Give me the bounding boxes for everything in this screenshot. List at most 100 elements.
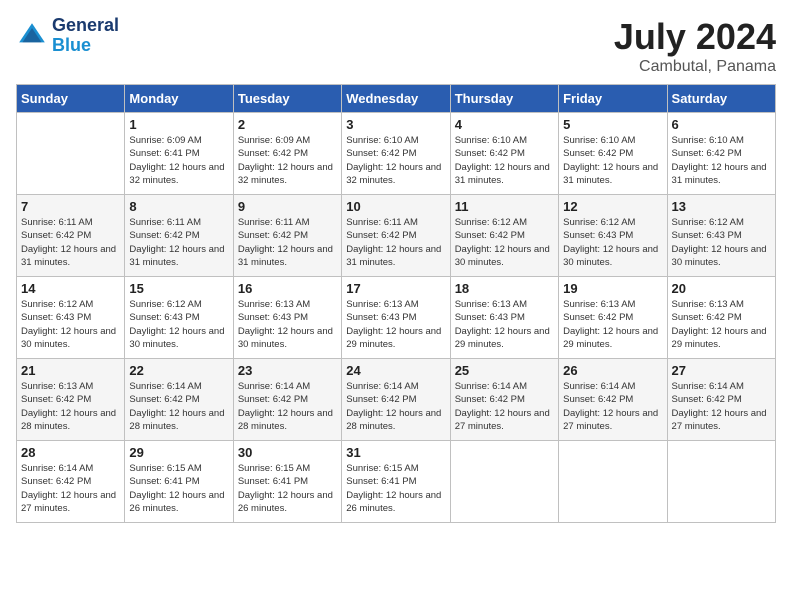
- day-number: 28: [21, 445, 120, 460]
- calendar-cell: 5Sunrise: 6:10 AMSunset: 6:42 PMDaylight…: [559, 113, 667, 195]
- calendar-cell: 17 Sunrise: 6:13 AMSunset: 6:43 PMDayligh…: [342, 277, 450, 359]
- day-info: Sunrise: 6:15 AMSunset: 6:41 PMDaylight:…: [129, 462, 228, 515]
- day-info: Sunrise: 6:14 AMSunset: 6:42 PMDaylight:…: [672, 380, 771, 433]
- calendar-cell: 20 Sunrise: 6:13 AMSunset: 6:42 PMDayligh…: [667, 277, 775, 359]
- month-title: July 2024: [614, 16, 776, 58]
- column-header-sunday: Sunday: [17, 85, 125, 113]
- column-header-saturday: Saturday: [667, 85, 775, 113]
- day-info: Sunrise: 6:13 AMSunset: 6:43 PMDaylight:…: [346, 298, 445, 351]
- day-info: Sunrise: 6:13 AMSunset: 6:43 PMDaylight:…: [455, 298, 554, 351]
- day-number: 12: [563, 199, 662, 214]
- page-header: General Blue July 2024 Cambutal, Panama: [16, 16, 776, 76]
- day-number: 30: [238, 445, 337, 460]
- day-info: Sunrise: 6:10 AMSunset: 6:42 PMDaylight:…: [672, 134, 771, 187]
- calendar-cell: 21 Sunrise: 6:13 AMSunset: 6:42 PMDayligh…: [17, 359, 125, 441]
- day-number: 13: [672, 199, 771, 214]
- calendar-cell: 23 Sunrise: 6:14 AMSunset: 6:42 PMDayligh…: [233, 359, 341, 441]
- calendar-cell: 3Sunrise: 6:10 AMSunset: 6:42 PMDaylight…: [342, 113, 450, 195]
- day-info: Sunrise: 6:11 AMSunset: 6:42 PMDaylight:…: [238, 216, 337, 269]
- day-number: 26: [563, 363, 662, 378]
- calendar-cell: 28 Sunrise: 6:14 AMSunset: 6:42 PMDayligh…: [17, 441, 125, 523]
- day-number: 10: [346, 199, 445, 214]
- day-info: Sunrise: 6:11 AMSunset: 6:42 PMDaylight:…: [346, 216, 445, 269]
- calendar-cell: 2 Sunrise: 6:09 AMSunset: 6:42 PMDaylight…: [233, 113, 341, 195]
- title-block: July 2024 Cambutal, Panama: [614, 16, 776, 76]
- column-header-thursday: Thursday: [450, 85, 558, 113]
- calendar-cell: 1Sunrise: 6:09 AMSunset: 6:41 PMDaylight…: [125, 113, 233, 195]
- day-info: Sunrise: 6:14 AMSunset: 6:42 PMDaylight:…: [238, 380, 337, 433]
- day-number: 20: [672, 281, 771, 296]
- day-number: 8: [129, 199, 228, 214]
- day-info: Sunrise: 6:15 AMSunset: 6:41 PMDaylight:…: [238, 462, 337, 515]
- column-header-monday: Monday: [125, 85, 233, 113]
- day-number: 23: [238, 363, 337, 378]
- day-info: Sunrise: 6:14 AMSunset: 6:42 PMDaylight:…: [455, 380, 554, 433]
- day-number: 29: [129, 445, 228, 460]
- calendar-cell: 29 Sunrise: 6:15 AMSunset: 6:41 PMDayligh…: [125, 441, 233, 523]
- calendar-cell: 10 Sunrise: 6:11 AMSunset: 6:42 PMDayligh…: [342, 195, 450, 277]
- calendar-cell: 13 Sunrise: 6:12 AMSunset: 6:43 PMDayligh…: [667, 195, 775, 277]
- day-number: 7: [21, 199, 120, 214]
- day-number: 2: [238, 117, 337, 132]
- week-row-1: 1Sunrise: 6:09 AMSunset: 6:41 PMDaylight…: [17, 113, 776, 195]
- day-info: Sunrise: 6:12 AMSunset: 6:43 PMDaylight:…: [21, 298, 120, 351]
- day-number: 14: [21, 281, 120, 296]
- calendar-cell: 19 Sunrise: 6:13 AMSunset: 6:42 PMDayligh…: [559, 277, 667, 359]
- week-row-5: 28 Sunrise: 6:14 AMSunset: 6:42 PMDayligh…: [17, 441, 776, 523]
- calendar-table: SundayMondayTuesdayWednesdayThursdayFrid…: [16, 84, 776, 523]
- day-number: 15: [129, 281, 228, 296]
- day-number: 19: [563, 281, 662, 296]
- calendar-header-row: SundayMondayTuesdayWednesdayThursdayFrid…: [17, 85, 776, 113]
- week-row-3: 14 Sunrise: 6:12 AMSunset: 6:43 PMDayligh…: [17, 277, 776, 359]
- calendar-cell: [559, 441, 667, 523]
- calendar-cell: 18 Sunrise: 6:13 AMSunset: 6:43 PMDayligh…: [450, 277, 558, 359]
- day-info: Sunrise: 6:13 AMSunset: 6:42 PMDaylight:…: [563, 298, 662, 351]
- day-info: Sunrise: 6:10 AMSunset: 6:42 PMDaylight:…: [346, 134, 445, 187]
- day-number: 31: [346, 445, 445, 460]
- day-number: 25: [455, 363, 554, 378]
- day-number: 6: [672, 117, 771, 132]
- week-row-2: 7 Sunrise: 6:11 AMSunset: 6:42 PMDaylight…: [17, 195, 776, 277]
- day-info: Sunrise: 6:09 AMSunset: 6:42 PMDaylight:…: [238, 134, 337, 187]
- calendar-cell: 9 Sunrise: 6:11 AMSunset: 6:42 PMDaylight…: [233, 195, 341, 277]
- day-number: 16: [238, 281, 337, 296]
- calendar-cell: 22Sunrise: 6:14 AMSunset: 6:42 PMDayligh…: [125, 359, 233, 441]
- calendar-cell: 8 Sunrise: 6:11 AMSunset: 6:42 PMDaylight…: [125, 195, 233, 277]
- calendar-cell: 25 Sunrise: 6:14 AMSunset: 6:42 PMDayligh…: [450, 359, 558, 441]
- day-number: 9: [238, 199, 337, 214]
- day-info: Sunrise: 6:11 AMSunset: 6:42 PMDaylight:…: [129, 216, 228, 269]
- day-number: 17: [346, 281, 445, 296]
- day-number: 4: [455, 117, 554, 132]
- day-number: 22: [129, 363, 228, 378]
- day-info: Sunrise: 6:14 AMSunset: 6:42 PMDaylight:…: [21, 462, 120, 515]
- logo-text: General Blue: [52, 16, 119, 56]
- calendar-cell: 27 Sunrise: 6:14 AMSunset: 6:42 PMDayligh…: [667, 359, 775, 441]
- day-info: Sunrise: 6:12 AMSunset: 6:43 PMDaylight:…: [563, 216, 662, 269]
- column-header-friday: Friday: [559, 85, 667, 113]
- day-info: Sunrise: 6:12 AMSunset: 6:43 PMDaylight:…: [672, 216, 771, 269]
- logo-icon: [16, 20, 48, 52]
- column-header-wednesday: Wednesday: [342, 85, 450, 113]
- day-info: Sunrise: 6:13 AMSunset: 6:42 PMDaylight:…: [21, 380, 120, 433]
- logo: General Blue: [16, 16, 119, 56]
- day-number: 24: [346, 363, 445, 378]
- day-number: 18: [455, 281, 554, 296]
- day-info: Sunrise: 6:13 AMSunset: 6:43 PMDaylight:…: [238, 298, 337, 351]
- day-info: Sunrise: 6:13 AMSunset: 6:42 PMDaylight:…: [672, 298, 771, 351]
- calendar-cell: 12 Sunrise: 6:12 AMSunset: 6:43 PMDayligh…: [559, 195, 667, 277]
- calendar-cell: 31Sunrise: 6:15 AMSunset: 6:41 PMDayligh…: [342, 441, 450, 523]
- calendar-cell: 16 Sunrise: 6:13 AMSunset: 6:43 PMDayligh…: [233, 277, 341, 359]
- calendar-cell: 24 Sunrise: 6:14 AMSunset: 6:42 PMDayligh…: [342, 359, 450, 441]
- day-number: 21: [21, 363, 120, 378]
- day-number: 27: [672, 363, 771, 378]
- calendar-cell: 6 Sunrise: 6:10 AMSunset: 6:42 PMDaylight…: [667, 113, 775, 195]
- location-title: Cambutal, Panama: [614, 58, 776, 76]
- calendar-cell: [667, 441, 775, 523]
- calendar-cell: 26Sunrise: 6:14 AMSunset: 6:42 PMDayligh…: [559, 359, 667, 441]
- calendar-cell: 15Sunrise: 6:12 AMSunset: 6:43 PMDayligh…: [125, 277, 233, 359]
- calendar-cell: 7Sunrise: 6:11 AMSunset: 6:42 PMDaylight…: [17, 195, 125, 277]
- calendar-cell: 14 Sunrise: 6:12 AMSunset: 6:43 PMDayligh…: [17, 277, 125, 359]
- calendar-cell: 11Sunrise: 6:12 AMSunset: 6:42 PMDayligh…: [450, 195, 558, 277]
- day-info: Sunrise: 6:10 AMSunset: 6:42 PMDaylight:…: [455, 134, 554, 187]
- day-info: Sunrise: 6:14 AMSunset: 6:42 PMDaylight:…: [346, 380, 445, 433]
